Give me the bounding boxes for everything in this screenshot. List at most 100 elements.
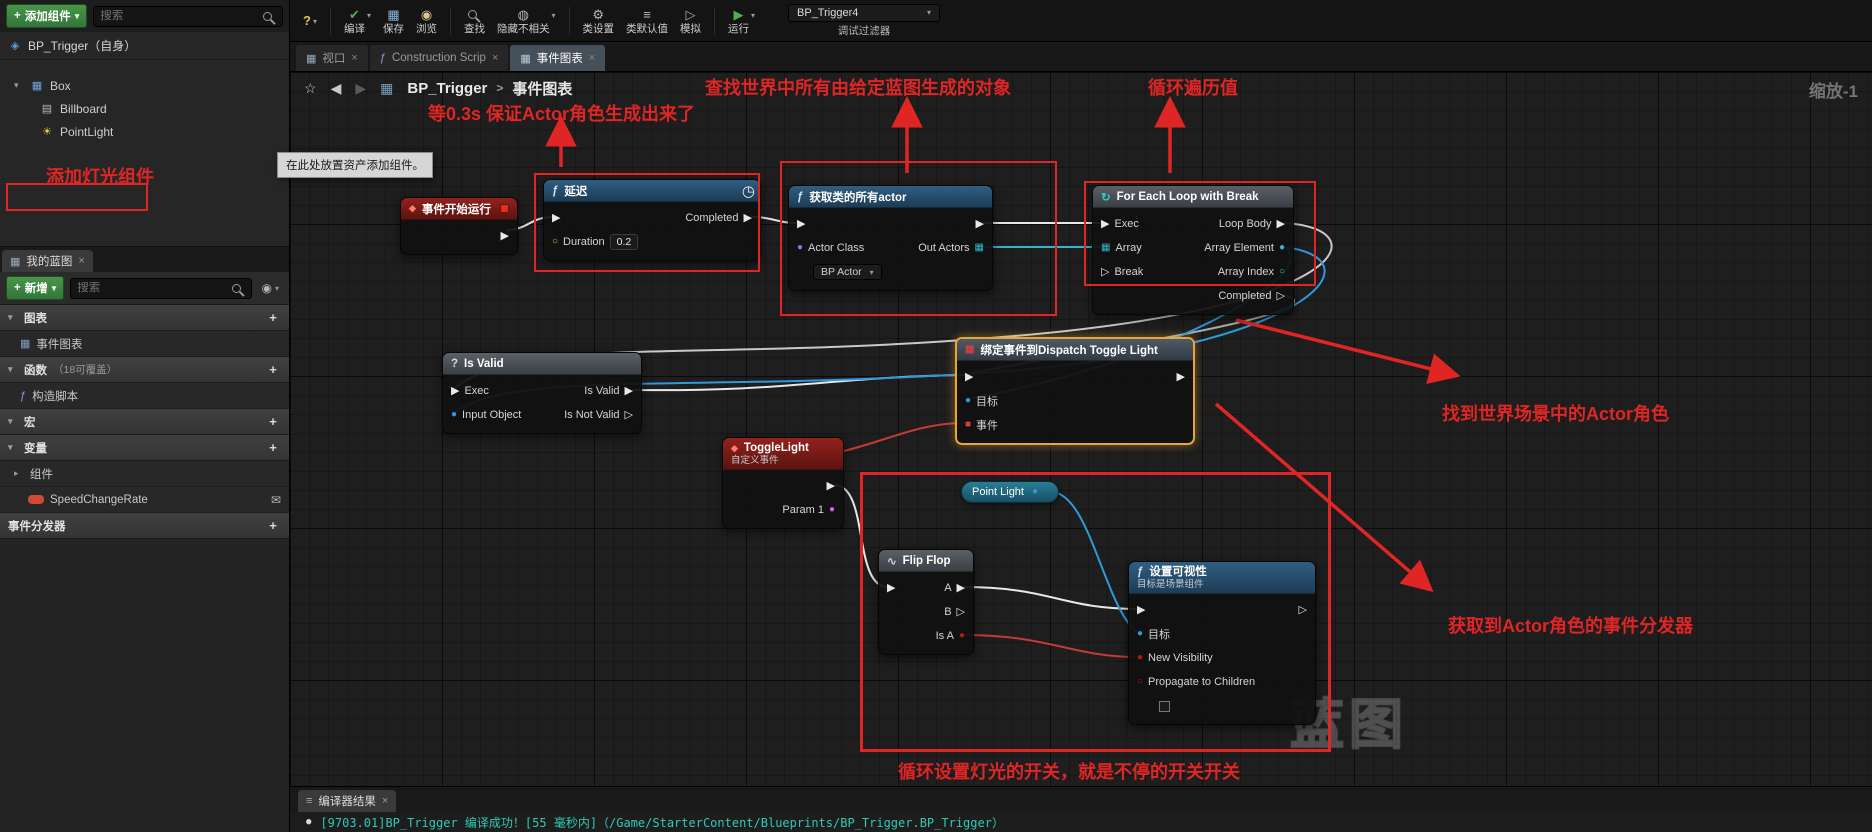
- compiler-results-tab[interactable]: ≡ 编译器结果 ×: [298, 790, 396, 812]
- wire-delegate-bindevent-togglelight[interactable]: [840, 423, 965, 452]
- exec-in-pin[interactable]: ▶: [451, 386, 459, 397]
- wire-object-pointlight-target[interactable]: [1051, 492, 1138, 633]
- section-macros[interactable]: ▾ 宏 +: [0, 409, 289, 435]
- close-icon[interactable]: ×: [351, 52, 357, 64]
- exec-out-pin[interactable]: ▶: [501, 231, 509, 242]
- chevron-down-icon[interactable]: ▾: [8, 442, 18, 453]
- list-item-event-graph[interactable]: ▦ 事件图表: [0, 331, 289, 357]
- node-header[interactable]: ƒ 延迟: [544, 180, 760, 202]
- add-variable-button[interactable]: +: [265, 440, 281, 455]
- actor-class-dropdown[interactable]: BP Actor ▾: [813, 264, 882, 280]
- node-header[interactable]: ƒ 设置可视性 目标是场景组件: [1129, 562, 1315, 594]
- param-pin[interactable]: ●: [829, 505, 835, 515]
- exec-out-pin[interactable]: ▷: [1299, 605, 1307, 616]
- list-item-speedchangerate[interactable]: SpeedChangeRate ✉: [0, 487, 289, 513]
- tree-item-box[interactable]: ▾ ▦ Box: [0, 74, 289, 97]
- wire-bool-isa-newvisibility[interactable]: [964, 635, 1138, 657]
- exec-out-pin[interactable]: ▶: [827, 481, 835, 492]
- close-icon[interactable]: ×: [589, 52, 595, 64]
- object-out-pin[interactable]: ●: [1032, 487, 1038, 497]
- class-settings-button[interactable]: ⚙ 类设置: [578, 5, 620, 37]
- hide-unrelated-button[interactable]: ◍ 隐藏不相关 ▾: [492, 5, 561, 37]
- node-foreach-loop-with-break[interactable]: ↻ For Each Loop with Break ▶Exec Loop Bo…: [1092, 185, 1294, 315]
- compiler-message-row[interactable]: ● [9703.01]BP_Trigger 编译成功！[55 毫秒内]（/Gam…: [290, 812, 1872, 832]
- duration-value-input[interactable]: 0.2: [610, 234, 639, 250]
- section-graphs[interactable]: ▾ 图表 +: [0, 305, 289, 331]
- debug-object-select[interactable]: BP_Trigger4 ▾: [788, 4, 940, 22]
- node-header[interactable]: ∿ Flip Flop: [879, 550, 973, 572]
- my-blueprint-tab[interactable]: ▦ 我的蓝图 ×: [2, 250, 93, 272]
- input-object-pin[interactable]: ●: [451, 410, 457, 420]
- breadcrumb-current[interactable]: 事件图表: [512, 78, 572, 99]
- chevron-down-icon[interactable]: ▾: [14, 80, 24, 91]
- envelope-icon[interactable]: ✉: [271, 493, 281, 507]
- back-arrow-icon[interactable]: ◀: [331, 80, 342, 97]
- node-delay[interactable]: ƒ 延迟 ◷ ▶ Completed▶ ○Duration0.2: [543, 179, 761, 261]
- add-function-button[interactable]: +: [265, 362, 281, 377]
- node-is-valid[interactable]: ? Is Valid ▶Exec Is Valid▶ ●Input Object…: [442, 352, 642, 434]
- add-dispatcher-button[interactable]: +: [265, 518, 281, 533]
- loop-body-pin[interactable]: ▶: [1277, 219, 1285, 230]
- close-icon[interactable]: ×: [492, 52, 498, 64]
- star-icon[interactable]: ☆: [304, 80, 317, 97]
- close-icon[interactable]: ×: [382, 795, 388, 807]
- save-button[interactable]: ▦ 保存: [378, 5, 409, 37]
- node-togglelight-event[interactable]: ◆ ToggleLight 自定义事件 ▶ Param 1●: [722, 437, 844, 529]
- break-pin[interactable]: ▷: [1101, 267, 1109, 278]
- target-pin[interactable]: ●: [1137, 629, 1143, 639]
- array-index-pin[interactable]: ○: [1279, 267, 1285, 277]
- exec-in-pin[interactable]: ▶: [965, 372, 973, 383]
- node-header[interactable]: ƒ 获取类的所有actor: [789, 186, 992, 208]
- completed-pin[interactable]: ▶: [744, 213, 752, 224]
- exec-in-pin[interactable]: ▶: [1101, 219, 1109, 230]
- is-valid-pin[interactable]: ▶: [625, 386, 633, 397]
- list-item-construction-script[interactable]: ƒ 构造脚本: [0, 383, 289, 409]
- section-dispatchers[interactable]: 事件分发器 +: [0, 513, 289, 539]
- node-event-begin-play[interactable]: ◆ 事件开始运行 ▶: [400, 197, 518, 255]
- visibility-filter-button[interactable]: ◉ ▾: [258, 281, 284, 295]
- b-pin[interactable]: ▷: [957, 607, 965, 618]
- node-flip-flop[interactable]: ∿ Flip Flop ▶ A▶ B▷ Is A●: [878, 549, 974, 655]
- add-graph-button[interactable]: +: [265, 310, 281, 325]
- out-actors-pin[interactable]: ▦: [975, 243, 984, 253]
- section-functions[interactable]: ▾ 函数 （18可覆盖） +: [0, 357, 289, 383]
- tree-item-billboard[interactable]: ▤ Billboard: [0, 97, 289, 120]
- propagate-pin[interactable]: ○: [1137, 677, 1143, 687]
- actor-class-pin[interactable]: ●: [797, 243, 803, 253]
- add-new-button[interactable]: + 新增 ▾: [6, 276, 64, 300]
- exec-in-pin[interactable]: ▶: [1137, 605, 1145, 616]
- exec-in-pin[interactable]: ▶: [797, 219, 805, 230]
- is-not-valid-pin[interactable]: ▷: [625, 410, 633, 421]
- tab-event-graph[interactable]: ▦ 事件图表 ×: [510, 45, 605, 71]
- group-components[interactable]: ▸ 组件: [0, 461, 289, 487]
- completed-pin[interactable]: ▷: [1277, 291, 1285, 302]
- tab-viewport[interactable]: ▦ 视口 ×: [296, 45, 368, 71]
- forward-arrow-icon[interactable]: ▶: [355, 80, 366, 97]
- chevron-down-icon[interactable]: ▾: [8, 416, 18, 427]
- chevron-down-icon[interactable]: ▾: [8, 312, 18, 323]
- exec-out-pin[interactable]: ▶: [976, 219, 984, 230]
- duration-pin[interactable]: ○: [552, 237, 558, 247]
- exec-in-pin[interactable]: ▶: [887, 583, 895, 594]
- node-header[interactable]: ▦ 绑定事件到Dispatch Toggle Light: [957, 339, 1193, 361]
- section-variables[interactable]: ▾ 变量 +: [0, 435, 289, 461]
- my-blueprint-search-input[interactable]: [77, 282, 231, 294]
- event-graph-canvas[interactable]: ☆ ◀ ▶ ▦ BP_Trigger > 事件图表 缩放-1 查找世界中所有由给…: [290, 72, 1872, 786]
- node-header[interactable]: ? Is Valid: [443, 353, 641, 375]
- add-macro-button[interactable]: +: [265, 414, 281, 429]
- chevron-right-icon[interactable]: ▸: [14, 468, 24, 479]
- exec-out-pin[interactable]: ▶: [1177, 372, 1185, 383]
- new-visibility-pin[interactable]: ●: [1137, 653, 1143, 663]
- blueprint-self-row[interactable]: ◈ BP_Trigger（自身）: [0, 32, 289, 60]
- chevron-down-icon[interactable]: ▾: [8, 364, 18, 375]
- is-a-pin[interactable]: ●: [959, 631, 965, 641]
- tab-construction-script[interactable]: ƒ Construction Scrip ×: [370, 45, 509, 71]
- node-set-visibility[interactable]: ƒ 设置可视性 目标是场景组件 ▶ ▷ ●目标 ●New Visibility: [1128, 561, 1316, 725]
- breadcrumb-root[interactable]: BP_Trigger: [407, 80, 487, 97]
- close-icon[interactable]: ×: [78, 255, 84, 267]
- node-header[interactable]: ↻ For Each Loop with Break: [1093, 186, 1293, 208]
- a-pin[interactable]: ▶: [957, 583, 965, 594]
- node-header[interactable]: ◆ 事件开始运行: [401, 198, 517, 220]
- event-delegate-pin[interactable]: ■: [965, 420, 971, 430]
- propagate-checkbox[interactable]: [1159, 701, 1170, 712]
